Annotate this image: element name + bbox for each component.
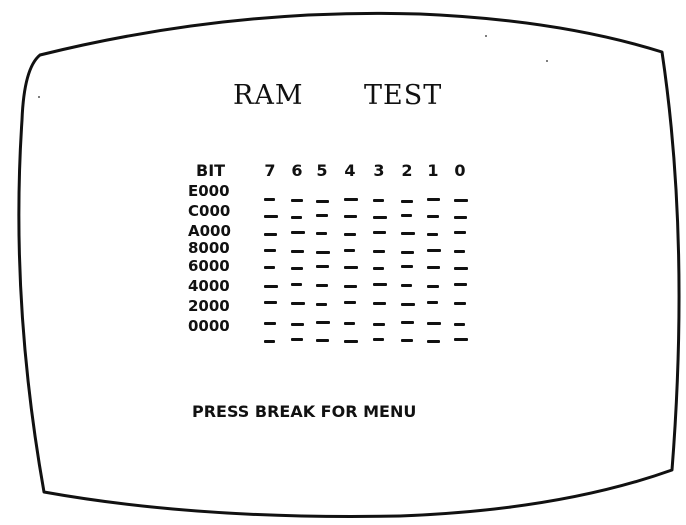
bit-status-cell xyxy=(454,250,465,253)
bit-status-cell xyxy=(427,285,439,288)
bit-status-cell xyxy=(264,285,278,288)
bit-status-cell xyxy=(401,284,412,287)
bit-status-cell xyxy=(373,323,385,326)
bit-number-0: 0 xyxy=(454,161,466,180)
bit-status-cell xyxy=(316,214,328,217)
bit-status-cell xyxy=(373,283,387,286)
bit-status-cell xyxy=(427,340,440,343)
bit-status-cell xyxy=(316,200,329,203)
bit-status-cell xyxy=(291,199,303,202)
bit-status-cell xyxy=(401,303,415,306)
bit-status-cell xyxy=(401,251,414,254)
bit-status-cell xyxy=(264,249,276,252)
bit-status-cell xyxy=(344,198,358,201)
bit-status-cell xyxy=(401,321,414,324)
bit-status-cell xyxy=(454,338,468,341)
bit-status-cell xyxy=(427,249,441,252)
bit-status-cell xyxy=(316,303,327,306)
bit-status-cell xyxy=(454,302,466,305)
bit-status-cell xyxy=(291,216,302,219)
screen-speck xyxy=(38,96,40,98)
bit-status-cell xyxy=(401,265,413,268)
bit-status-cell xyxy=(291,267,303,270)
bit-number-4: 4 xyxy=(344,161,356,180)
bit-status-cell xyxy=(401,214,412,217)
bit-status-cell xyxy=(291,302,305,305)
bit-status-cell xyxy=(373,199,384,202)
bit-status-cell xyxy=(264,198,275,201)
bit-status-cell xyxy=(344,285,357,288)
bit-status-cell xyxy=(427,301,438,304)
bit-status-cell xyxy=(264,322,276,325)
address-label: 4000 xyxy=(188,277,230,295)
bit-status-cell xyxy=(427,266,440,269)
bit-status-cell xyxy=(316,284,328,287)
bit-number-1: 1 xyxy=(427,161,439,180)
bit-number-7: 7 xyxy=(264,161,276,180)
bit-status-cell xyxy=(291,250,304,253)
address-label: 8000 xyxy=(188,239,230,257)
bit-status-cell xyxy=(264,215,278,218)
bit-status-cell xyxy=(373,302,386,305)
screen-speck xyxy=(485,35,487,37)
bit-number-6: 6 xyxy=(291,161,303,180)
bit-status-cell xyxy=(401,232,415,235)
bit-status-cell xyxy=(373,231,386,234)
bit-status-cell xyxy=(264,340,275,343)
crt-screen-border xyxy=(17,11,681,518)
bit-status-cell xyxy=(344,301,356,304)
bit-status-cell xyxy=(427,233,438,236)
bit-status-cell xyxy=(316,339,329,342)
press-break-prompt: PRESS BREAK FOR MENU xyxy=(192,402,417,421)
bit-status-cell xyxy=(401,339,413,342)
bit-status-cell xyxy=(454,216,467,219)
address-label: 2000 xyxy=(188,297,230,315)
address-label: A000 xyxy=(188,222,231,240)
bit-status-cell xyxy=(344,266,358,269)
bit-status-cell xyxy=(373,338,384,341)
bit-number-5: 5 xyxy=(316,161,328,180)
bit-column-label: BIT xyxy=(196,161,226,180)
bit-status-cell xyxy=(427,198,440,201)
bit-status-cell xyxy=(291,283,302,286)
bit-status-cell xyxy=(454,267,468,270)
address-label: E000 xyxy=(188,182,230,200)
bit-status-cell xyxy=(401,200,413,203)
bit-status-cell xyxy=(427,215,439,218)
address-label: C000 xyxy=(188,202,231,220)
bit-status-cell xyxy=(291,231,305,234)
bit-status-cell xyxy=(454,323,465,326)
bit-number-2: 2 xyxy=(401,161,413,180)
bit-status-cell xyxy=(316,321,330,324)
bit-status-cell xyxy=(344,215,357,218)
bit-status-cell xyxy=(344,340,358,343)
bit-status-cell xyxy=(454,283,467,286)
bit-status-cell xyxy=(427,322,441,325)
address-label: 0000 xyxy=(188,317,230,335)
bit-status-cell xyxy=(344,249,355,252)
bit-number-3: 3 xyxy=(373,161,385,180)
bit-status-cell xyxy=(316,251,330,254)
bit-status-cell xyxy=(264,266,275,269)
address-label: 6000 xyxy=(188,257,230,275)
bit-status-cell xyxy=(291,323,304,326)
screen-speck xyxy=(546,60,548,62)
bit-status-cell xyxy=(454,231,466,234)
bit-status-cell xyxy=(373,216,387,219)
bit-status-cell xyxy=(264,233,277,236)
bit-status-cell xyxy=(316,232,327,235)
title-test: TEST xyxy=(364,80,443,111)
bit-status-cell xyxy=(373,250,385,253)
bit-status-cell xyxy=(373,267,384,270)
bit-status-cell xyxy=(291,338,303,341)
title-ram: RAM xyxy=(233,80,304,111)
bit-status-cell xyxy=(316,265,329,268)
bit-status-cell xyxy=(344,233,356,236)
bit-status-cell xyxy=(264,301,277,304)
bit-status-cell xyxy=(454,199,468,202)
bit-status-cell xyxy=(344,322,355,325)
